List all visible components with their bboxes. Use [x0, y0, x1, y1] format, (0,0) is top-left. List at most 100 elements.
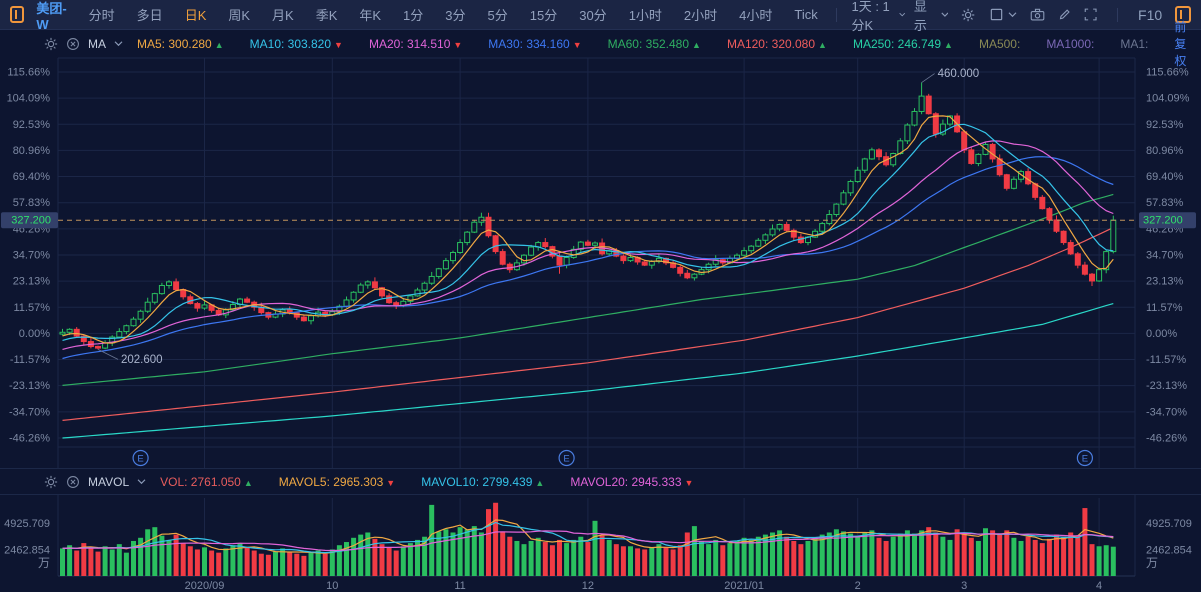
tab-6[interactable]: 季K	[305, 5, 349, 24]
ma-values: MA5: 300.280▲ MA10: 303.820▼ MA20: 314.510…	[137, 37, 1174, 51]
indicator-value: MAVOL5: 2965.303▼	[279, 475, 395, 489]
adjust-mode-button[interactable]: 前复权	[1174, 18, 1186, 69]
up-arrow-icon: ▲	[215, 40, 224, 50]
price-axis-tick: -23.13%	[9, 380, 50, 392]
fullscreen-icon[interactable]	[1084, 7, 1097, 22]
gear-icon[interactable]	[961, 7, 975, 23]
x-axis-label: 4	[1096, 580, 1102, 592]
current-price-label: 327.200	[1143, 215, 1183, 227]
x-axis-label: 11	[454, 580, 465, 592]
price-axis-tick: -46.26%	[1146, 432, 1187, 444]
mavol-values: VOL: 2761.050▲MAVOL5: 2965.303▼MAVOL10: …	[160, 475, 719, 489]
close-icon[interactable]	[66, 475, 80, 489]
price-axis-tick: 11.57%	[14, 302, 51, 314]
earnings-marker[interactable]: E	[133, 451, 148, 466]
gear-icon[interactable]	[44, 37, 58, 51]
candlestick-chart[interactable]: 115.66%115.66%104.09%104.09%92.53%92.53%…	[0, 57, 1201, 592]
close-icon[interactable]	[66, 37, 80, 51]
price-axis-tick: 34.70%	[13, 249, 51, 261]
indicator-value: VOL: 2761.050▲	[160, 475, 253, 489]
x-axis-label: 2	[855, 580, 861, 592]
indicator-value: MA120: 320.080▲	[727, 37, 827, 51]
volume-axis-tick: 2462.854	[1146, 544, 1192, 556]
price-axis-tick: -11.57%	[10, 354, 50, 366]
tab-3[interactable]: 日K	[174, 5, 218, 24]
down-arrow-icon: ▼	[453, 40, 462, 50]
ma-controls: MA	[44, 37, 123, 51]
up-arrow-icon: ▲	[818, 40, 827, 50]
price-axis-tick: 57.83%	[13, 197, 51, 209]
current-price-label: 327.200	[11, 215, 51, 227]
stock-symbol[interactable]: 美团-W	[36, 0, 67, 32]
tab-16[interactable]: Tick	[783, 7, 828, 22]
tab-10[interactable]: 5分	[477, 5, 519, 24]
indicator-value: MA60: 352.480▲	[608, 37, 701, 51]
price-axis-tick: -34.70%	[1146, 406, 1187, 418]
earnings-marker[interactable]: E	[559, 451, 574, 466]
app-logo-icon[interactable]	[10, 6, 24, 23]
tab-4[interactable]: 周K	[217, 5, 261, 24]
chevron-down-icon	[1008, 11, 1017, 18]
chart-style-selector[interactable]	[989, 7, 1017, 22]
divider	[1117, 8, 1118, 22]
display-menu[interactable]: 显示	[914, 0, 949, 34]
down-arrow-icon: ▼	[334, 40, 343, 50]
indicator-value: MA250: 246.749▲	[853, 37, 953, 51]
chevron-down-icon	[941, 11, 949, 18]
aggregation-selector[interactable]: 1天 : 1分K	[843, 0, 913, 34]
tab-5[interactable]: 月K	[261, 5, 305, 24]
up-arrow-icon: ▲	[692, 40, 701, 50]
price-axis-tick: 92.53%	[13, 119, 51, 131]
price-axis-tick: 92.53%	[1146, 119, 1184, 131]
camera-icon[interactable]	[1030, 7, 1045, 22]
tab-14[interactable]: 2小时	[673, 5, 728, 24]
chart-style-icon	[989, 7, 1004, 22]
tab-13[interactable]: 1小时	[618, 5, 673, 24]
tab-8[interactable]: 1分	[392, 5, 434, 24]
price-axis-tick: 11.57%	[1146, 302, 1183, 314]
tab-9[interactable]: 3分	[434, 5, 476, 24]
tab-11[interactable]: 15分	[519, 5, 568, 24]
tab-12[interactable]: 30分	[568, 5, 617, 24]
indicator-name[interactable]: MAVOL	[88, 475, 129, 489]
price-axis-tick: 0.00%	[19, 328, 50, 340]
earnings-marker[interactable]: E	[1077, 451, 1092, 466]
tab-1[interactable]: 分时	[78, 5, 126, 24]
svg-text:E: E	[563, 454, 569, 465]
price-axis-tick: 23.13%	[13, 276, 51, 288]
f10-button[interactable]: F10	[1138, 7, 1162, 23]
price-axis-tick: 80.96%	[1146, 145, 1184, 157]
volume-unit-label: 万	[1146, 556, 1158, 570]
price-axis-tick: -46.26%	[9, 432, 50, 444]
ma-bar-right: 前复权 ↺ ⊖ ⊕	[1174, 18, 1201, 69]
price-axis-tick: -23.13%	[1146, 380, 1187, 392]
pencil-icon[interactable]	[1058, 7, 1071, 22]
divider	[836, 8, 837, 22]
price-axis-tick: -11.57%	[1146, 354, 1186, 366]
indicator-value: MA1000:	[1046, 37, 1094, 51]
price-axis-tick: 23.13%	[1146, 276, 1184, 288]
price-axis-tick: -34.70%	[9, 406, 50, 418]
indicator-name[interactable]: MA	[88, 37, 106, 51]
chevron-down-icon	[899, 11, 905, 18]
indicator-value: MA20: 314.510▼	[369, 37, 462, 51]
indicator-value: MA1:	[1120, 37, 1148, 51]
tab-2[interactable]: 多日	[126, 5, 174, 24]
indicator-value: MA5: 300.280▲	[137, 37, 224, 51]
gear-icon[interactable]	[44, 475, 58, 489]
volume-axis-tick: 4925.709	[4, 518, 50, 530]
volume-unit-label: 万	[38, 556, 50, 570]
indicator-value: MA10: 303.820▼	[250, 37, 343, 51]
tab-7[interactable]: 年K	[348, 5, 392, 24]
chevron-down-icon[interactable]	[114, 40, 123, 47]
price-axis-tick: 104.09%	[7, 93, 51, 105]
period-tabs: 分时多日日K周K月K季K年K1分3分5分15分30分1小时2小时4小时Tick	[78, 5, 829, 24]
price-axis-tick: 80.96%	[13, 145, 51, 157]
chevron-down-icon[interactable]	[137, 478, 146, 485]
annotation-leader	[922, 74, 935, 83]
x-axis-label: 10	[326, 580, 338, 592]
aggregation-label: 1天 : 1分K	[851, 0, 894, 34]
down-arrow-icon: ▼	[685, 478, 694, 488]
tab-15[interactable]: 4小时	[728, 5, 783, 24]
indicator-value: MAVOL20: 2945.333▼	[570, 475, 693, 489]
